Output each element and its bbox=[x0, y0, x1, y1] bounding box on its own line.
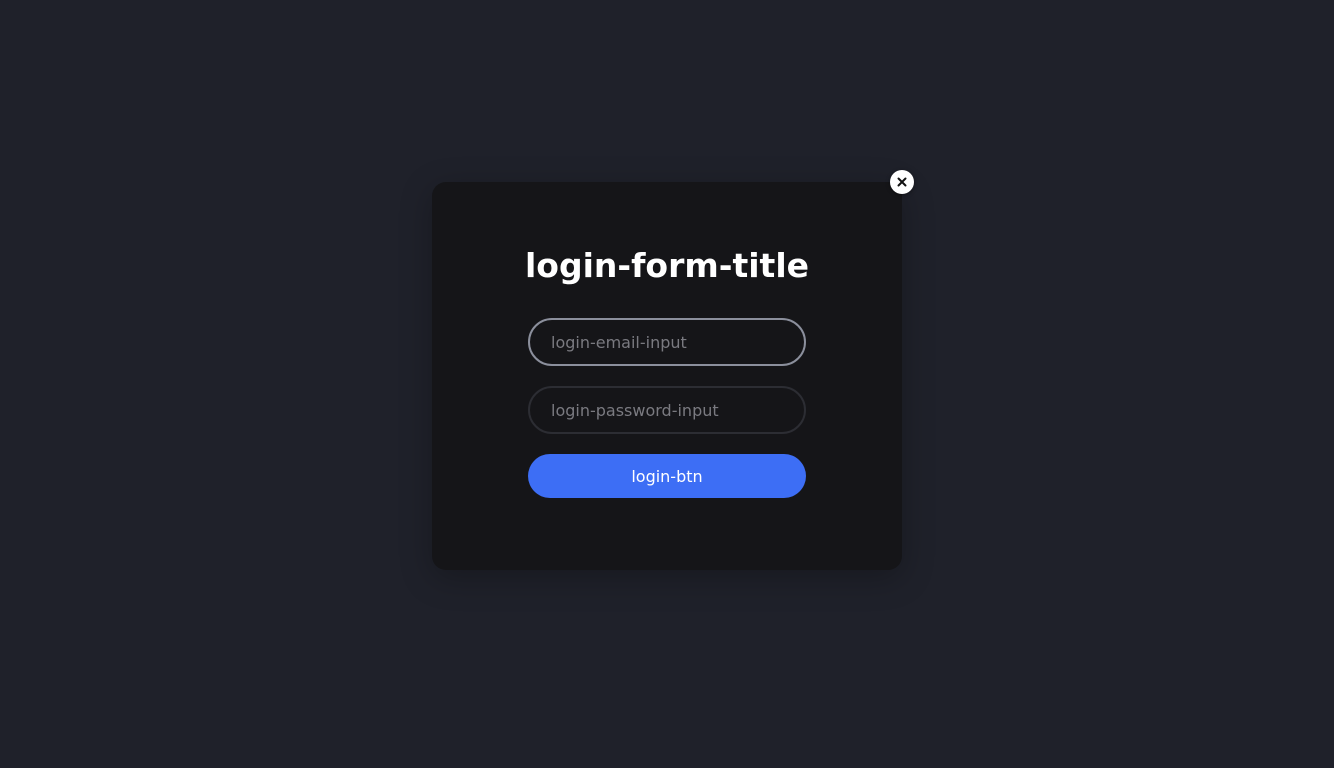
login-email-input[interactable] bbox=[528, 318, 806, 366]
page-backdrop: login-form-title login-btn bbox=[0, 0, 1334, 768]
login-password-input[interactable] bbox=[528, 386, 806, 434]
login-modal: login-form-title login-btn bbox=[432, 182, 902, 570]
close-button[interactable] bbox=[890, 170, 914, 194]
close-icon bbox=[897, 177, 907, 187]
login-form-title: login-form-title bbox=[524, 246, 810, 285]
login-button[interactable]: login-btn bbox=[528, 454, 806, 498]
